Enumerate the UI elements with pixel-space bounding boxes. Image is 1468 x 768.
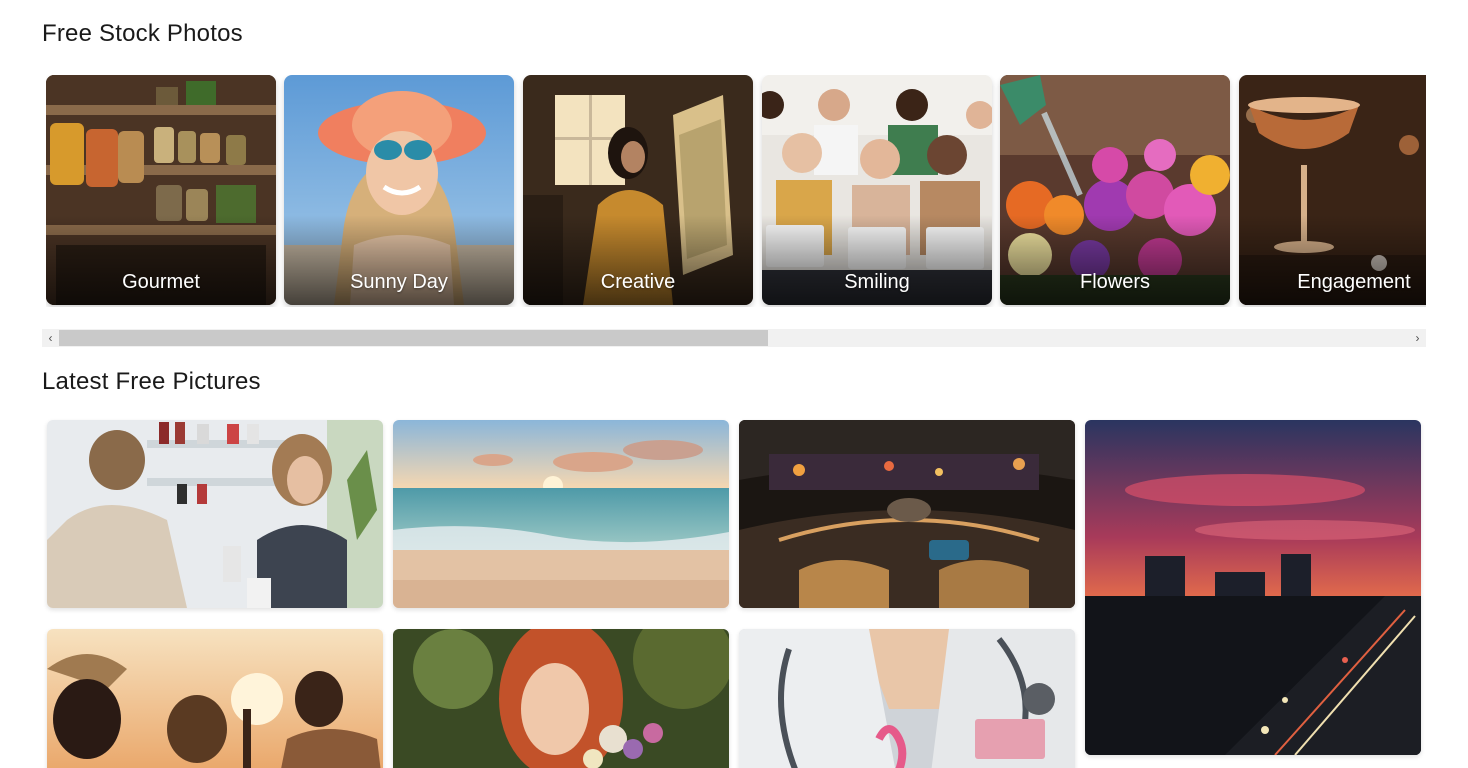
photo-car-interior[interactable] [739, 420, 1075, 608]
category-label: Creative [600, 271, 676, 293]
friends-beach-image [47, 629, 383, 768]
scroll-right-icon[interactable]: › [1409, 329, 1426, 347]
category-label: Engagement [1297, 271, 1411, 293]
photo-city-skyline[interactable] [1085, 420, 1421, 755]
city-skyline-image [1085, 420, 1421, 755]
carousel-scrollbar[interactable]: ‹ › [42, 329, 1426, 347]
photo-beach-sunset[interactable] [393, 420, 729, 608]
category-carousel: Gourmet Sunny Day Creative Smiling Flowe… [46, 75, 1426, 307]
category-label: Smiling [844, 271, 910, 293]
photo-friends-beach[interactable] [47, 629, 383, 768]
category-label: Gourmet [122, 271, 200, 293]
pharmacy-image [47, 420, 383, 608]
scroll-left-icon[interactable]: ‹ [42, 329, 59, 347]
category-label: Sunny Day [350, 271, 448, 293]
category-card-engagement[interactable]: Engagement [1239, 75, 1426, 305]
category-card-creative[interactable]: Creative [523, 75, 753, 305]
beach-sunset-image [393, 420, 729, 608]
photo-doctor-ribbon[interactable] [739, 629, 1075, 768]
doctor-ribbon-image [739, 629, 1075, 768]
car-interior-image [739, 420, 1075, 608]
scrollbar-thumb[interactable] [59, 330, 768, 346]
free-stock-photos-heading: Free Stock Photos [42, 20, 243, 47]
latest-free-pictures-heading: Latest Free Pictures [42, 368, 261, 395]
category-card-gourmet[interactable]: Gourmet [46, 75, 276, 305]
category-label: Flowers [1079, 271, 1150, 293]
category-card-smiling[interactable]: Smiling [762, 75, 992, 305]
photo-redhead-flowers[interactable] [393, 629, 729, 768]
category-card-flowers[interactable]: Flowers [1000, 75, 1230, 305]
redhead-flowers-image [393, 629, 729, 768]
photo-pharmacy[interactable] [47, 420, 383, 608]
category-card-sunny-day[interactable]: Sunny Day [284, 75, 514, 305]
